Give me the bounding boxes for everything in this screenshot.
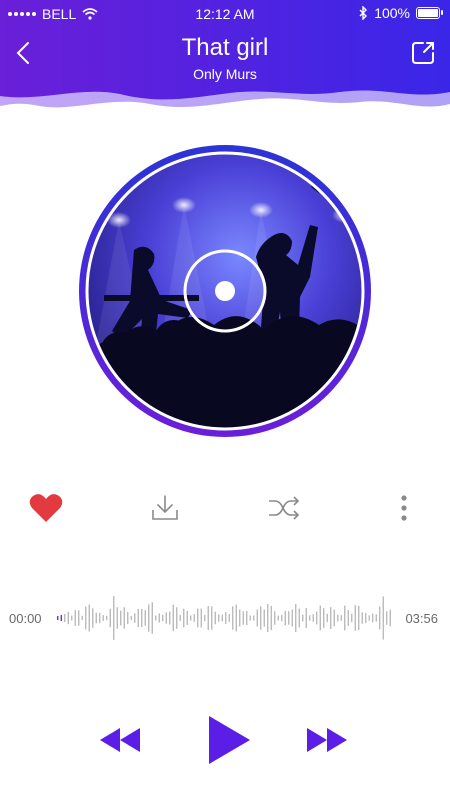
fast-forward-icon (307, 728, 347, 752)
download-button[interactable] (147, 490, 183, 526)
status-bar: BELL 12:12 AM 100% (0, 0, 450, 28)
play-button[interactable] (206, 714, 252, 766)
total-duration: 03:56 (405, 611, 438, 626)
more-vertical-icon (401, 495, 407, 521)
album-disc[interactable] (79, 145, 371, 437)
download-icon (152, 495, 178, 520)
share-icon[interactable] (410, 40, 436, 66)
more-options-button[interactable] (386, 490, 422, 526)
rewind-icon (100, 728, 140, 752)
artist-name: Only Murs (193, 66, 257, 82)
bluetooth-icon (359, 6, 368, 20)
header: BELL 12:12 AM 100% That girl Only Murs (0, 0, 450, 130)
battery-icon (416, 7, 443, 19)
fast-forward-button[interactable] (305, 726, 349, 754)
waveform-progress[interactable] (56, 590, 392, 646)
heart-icon (29, 494, 63, 522)
battery-percent: 100% (374, 5, 410, 21)
album-art (79, 145, 371, 437)
elapsed-time: 00:00 (9, 611, 42, 626)
shuffle-button[interactable] (266, 490, 302, 526)
shuffle-icon (269, 496, 300, 520)
song-title: That girl (181, 34, 269, 61)
play-icon (209, 716, 250, 764)
rewind-button[interactable] (98, 726, 142, 754)
like-button[interactable] (28, 490, 64, 526)
